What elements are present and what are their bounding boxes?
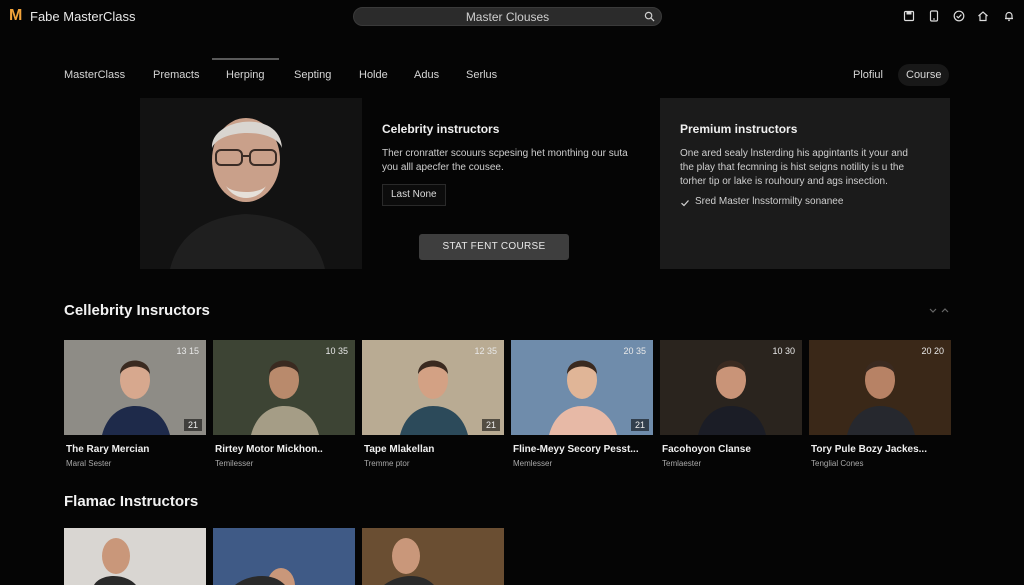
instructor-card[interactable] bbox=[362, 528, 504, 585]
instructor-subtitle: Temlaester bbox=[662, 459, 702, 468]
instructor-name[interactable]: Tape Mlakellan bbox=[364, 444, 506, 455]
instructor-thumbnail bbox=[64, 528, 206, 585]
hero-right-text-3: torher tip or lake is rouhoury and ags i… bbox=[680, 176, 888, 187]
bell-icon[interactable] bbox=[1003, 10, 1015, 22]
hero-center-text-1: Ther cronratter scouurs scpesing het mon… bbox=[382, 148, 628, 159]
instructor-name[interactable]: Facohoyon Clanse bbox=[662, 444, 804, 455]
nav-item-holde[interactable]: Holde bbox=[359, 69, 388, 81]
card-duration: 10 35 bbox=[325, 346, 348, 356]
badge-check-icon[interactable] bbox=[953, 10, 965, 22]
hero-premium-panel: Premium instructors One ared sealy lnste… bbox=[660, 98, 950, 269]
instructor-name[interactable]: Fline-Meyy Secory Pesst... bbox=[513, 444, 655, 455]
nav-item-serlus[interactable]: Serlus bbox=[466, 69, 497, 81]
card-duration: 20 20 bbox=[921, 346, 944, 356]
instructor-card[interactable]: 10 35 bbox=[213, 340, 355, 435]
masterclass-logo-icon[interactable]: M bbox=[9, 8, 24, 24]
instructor-card[interactable] bbox=[64, 528, 206, 585]
instructor-subtitle: Tenglial Cones bbox=[811, 459, 864, 468]
instructor-thumbnail bbox=[362, 528, 504, 585]
instructor-card[interactable] bbox=[213, 528, 355, 585]
brand-name[interactable]: Fabe MasterClass bbox=[30, 9, 135, 24]
hero-right-text-2: the play that fecmning is hist seigns no… bbox=[680, 162, 905, 173]
card-duration: 13 15 bbox=[176, 346, 199, 356]
start-course-button[interactable]: STAT FENT COURSE bbox=[419, 234, 569, 260]
nav-item-adus[interactable]: Adus bbox=[414, 69, 439, 81]
card-count-badge: 21 bbox=[481, 419, 500, 431]
instructor-subtitle: Maral Sester bbox=[66, 459, 112, 468]
nav-active-indicator bbox=[212, 58, 279, 60]
save-icon[interactable] bbox=[903, 10, 915, 22]
hero-right-check-text: Sred Master lnsstormilty sonanee bbox=[695, 196, 844, 207]
celebrity-section-title: Cellebrity Insructors bbox=[64, 302, 210, 319]
nav-item-masterclass[interactable]: MasterClass bbox=[64, 69, 125, 81]
nav-item-septing[interactable]: Septing bbox=[294, 69, 331, 81]
top-bar: M Fabe MasterClass Master Clouses bbox=[0, 0, 1024, 34]
carousel-arrows-icon[interactable] bbox=[928, 306, 950, 316]
card-duration: 10 30 bbox=[772, 346, 795, 356]
check-icon bbox=[681, 200, 689, 207]
card-count-badge: 21 bbox=[183, 419, 202, 431]
hero-right-text-1: One ared sealy lnsterding his apgintants… bbox=[680, 148, 908, 159]
search-icon[interactable] bbox=[644, 11, 655, 22]
instructor-portrait bbox=[140, 98, 362, 269]
hero-center-text-2: you alll apecfer the cousee. bbox=[382, 162, 504, 173]
hero-instructor-image[interactable] bbox=[140, 98, 362, 269]
instructor-name[interactable]: Tory Pule Bozy Jackes... bbox=[811, 444, 953, 455]
instructor-card[interactable]: 20 20 bbox=[809, 340, 951, 435]
home-icon[interactable] bbox=[977, 10, 989, 22]
hero-celebrity-panel: Celebrity instructors Ther cronratter sc… bbox=[362, 98, 652, 269]
instructor-subtitle: Tremme ptor bbox=[364, 459, 410, 468]
profile-link[interactable]: Plofiul bbox=[845, 64, 891, 86]
card-duration: 20 35 bbox=[623, 346, 646, 356]
instructor-card[interactable]: 13 15 21 bbox=[64, 340, 206, 435]
instructor-name[interactable]: Rirtey Motor Mickhon.. bbox=[215, 444, 357, 455]
hero-right-title: Premium instructors bbox=[680, 122, 798, 136]
nav-item-premacts[interactable]: Premacts bbox=[153, 69, 199, 81]
instructor-subtitle: Temilesser bbox=[215, 459, 254, 468]
card-duration: 12 35 bbox=[474, 346, 497, 356]
flamac-section-title: Flamac Instructors bbox=[64, 493, 199, 510]
nav-item-herping[interactable]: Herping bbox=[226, 69, 265, 81]
device-icon[interactable] bbox=[928, 10, 940, 22]
hero-center-title: Celebrity instructors bbox=[382, 122, 500, 136]
search-input[interactable]: Master Clouses bbox=[353, 7, 662, 26]
instructor-card[interactable]: 20 35 21 bbox=[511, 340, 653, 435]
instructor-subtitle: Memlesser bbox=[513, 459, 553, 468]
instructor-card[interactable]: 12 35 21 bbox=[362, 340, 504, 435]
instructor-name[interactable]: The Rary Mercian bbox=[66, 444, 208, 455]
search-text: Master Clouses bbox=[465, 10, 550, 24]
card-count-badge: 21 bbox=[630, 419, 649, 431]
instructor-thumbnail bbox=[213, 528, 355, 585]
last-none-button[interactable]: Last None bbox=[382, 184, 446, 206]
instructor-card[interactable]: 10 30 bbox=[660, 340, 802, 435]
course-button[interactable]: Course bbox=[898, 64, 950, 86]
